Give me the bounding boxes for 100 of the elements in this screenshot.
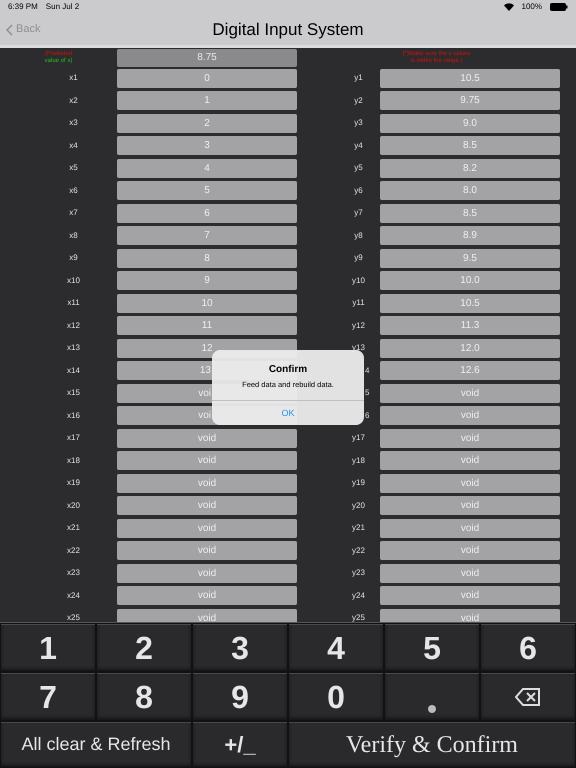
y-value-field[interactable]: 11.3	[380, 316, 560, 336]
y-label: y2	[354, 94, 363, 107]
y-label: y17	[352, 432, 365, 444]
clear-refresh-button[interactable]: All clear & Refresh	[0, 721, 192, 768]
y-label: y8	[354, 230, 363, 242]
y-label: y25	[352, 612, 365, 622]
y-value-field[interactable]: 12.0	[380, 338, 560, 358]
x-label: x12	[67, 320, 80, 332]
digit-key[interactable]: 9	[192, 672, 288, 721]
back-button[interactable]: Back	[6, 21, 40, 38]
x-value-field[interactable]: 8	[117, 248, 297, 268]
y-value-field[interactable]: 9.0	[380, 114, 560, 133]
x-value-field[interactable]: 0	[117, 68, 297, 88]
x-value-field[interactable]: 7	[117, 226, 297, 246]
x-value-field[interactable]: 1	[117, 91, 297, 110]
x-value-field[interactable]: void	[117, 564, 297, 583]
y-value-field[interactable]: void	[380, 474, 560, 493]
x-label: x22	[67, 544, 80, 557]
backspace-key[interactable]	[480, 672, 576, 721]
y-value-field[interactable]: void	[380, 496, 560, 516]
y-value-field[interactable]: void	[380, 451, 560, 470]
x-value-field[interactable]: 5	[117, 181, 297, 200]
x-value-field[interactable]: void	[117, 496, 297, 516]
x-label: x16	[67, 410, 80, 422]
digit-key[interactable]: 2	[96, 623, 192, 672]
y-value-field[interactable]: 10.5	[380, 68, 560, 88]
y-value-field[interactable]: 9.75	[380, 91, 560, 110]
y-value-field[interactable]: 10.5	[380, 294, 560, 313]
y-label: y10	[352, 274, 365, 287]
digit-key[interactable]: 3	[192, 623, 288, 672]
wifi-icon	[504, 3, 514, 11]
digit-key[interactable]: 5	[384, 623, 480, 672]
y-label: 6	[365, 410, 370, 422]
x-value-field[interactable]: void	[117, 586, 297, 606]
x-label: x10	[67, 274, 80, 287]
y-label: y23	[352, 567, 365, 580]
battery-icon	[550, 3, 568, 11]
y-label: y18	[352, 454, 365, 467]
x-value-field[interactable]: void	[117, 541, 297, 560]
y-value-field[interactable]: void	[380, 518, 560, 538]
sign-toggle-button[interactable]: +/_	[192, 721, 288, 768]
y-value-field[interactable]: void	[380, 428, 560, 448]
x-value-field[interactable]: 3	[117, 136, 297, 156]
status-time: 6:39 PM	[8, 1, 38, 13]
digit-key[interactable]: 6	[480, 623, 576, 672]
x-value-field[interactable]: 6	[117, 204, 297, 223]
y-label: y22	[352, 544, 365, 557]
x-label: x2	[69, 94, 78, 107]
y-label: y4	[354, 140, 363, 152]
x-value-field[interactable]: 2	[117, 114, 297, 133]
x-value-field[interactable]: 10	[117, 294, 297, 313]
y-label: 5	[365, 387, 370, 400]
y-value-field[interactable]: 8.0	[380, 181, 560, 200]
verify-confirm-button[interactable]: Verify & Confirm	[288, 721, 576, 768]
x-label: x24	[67, 590, 80, 602]
x-label: x7	[69, 207, 78, 220]
y-value-field[interactable]: void	[380, 406, 560, 426]
y-value-field[interactable]: void	[380, 586, 560, 606]
x-label: x1	[69, 72, 78, 84]
x-label: x8	[69, 230, 78, 242]
x-value-field[interactable]: void	[117, 474, 297, 493]
x-label: x9	[69, 252, 78, 264]
x-label: x20	[67, 500, 80, 512]
y-value-field[interactable]: void	[380, 564, 560, 583]
y-value-field[interactable]: 8.2	[380, 158, 560, 178]
digit-key[interactable]: 1	[0, 623, 96, 672]
x-label: x21	[67, 522, 80, 534]
digit-key[interactable]: 8	[96, 672, 192, 721]
x-value-field[interactable]: 4	[117, 158, 297, 178]
x-value-field[interactable]: void	[117, 518, 297, 538]
y-label: y13	[352, 342, 365, 354]
y-label: y3	[354, 117, 363, 130]
x-label: x15	[67, 387, 80, 400]
x-label: x18	[67, 454, 80, 467]
y-value-field[interactable]: 9.5	[380, 248, 560, 268]
x-label: x4	[69, 140, 78, 152]
y-value-field[interactable]: void	[380, 541, 560, 560]
x-value-field[interactable]: 9	[117, 271, 297, 290]
x-label: x3	[69, 117, 78, 130]
x-value-field[interactable]: void	[117, 451, 297, 470]
y-value-field[interactable]: 8.5	[380, 136, 560, 156]
y-value-field[interactable]: 8.9	[380, 226, 560, 246]
y-value-field[interactable]: 12.6	[380, 361, 560, 380]
y-value-field[interactable]: void	[380, 384, 560, 403]
y-value-field[interactable]: 10.0	[380, 271, 560, 290]
x-value-field[interactable]: void	[117, 608, 297, 622]
x-label: x13	[67, 342, 80, 354]
digit-key[interactable]: 7	[0, 672, 96, 721]
y-value-field[interactable]: void	[380, 608, 560, 622]
y-label: y19	[352, 477, 365, 490]
digit-key[interactable]: 4	[288, 623, 384, 672]
y-label: y11	[352, 297, 365, 310]
x-label: x17	[67, 432, 80, 444]
x-value-field[interactable]: void	[117, 428, 297, 448]
x-label: x11	[67, 297, 80, 310]
digit-key[interactable]: 0	[288, 672, 384, 721]
y-value-field[interactable]: 8.5	[380, 204, 560, 223]
y-label: y7	[354, 207, 363, 220]
x-value-field[interactable]: 11	[117, 316, 297, 336]
predicted-value-field[interactable]: 8.75	[117, 48, 297, 66]
